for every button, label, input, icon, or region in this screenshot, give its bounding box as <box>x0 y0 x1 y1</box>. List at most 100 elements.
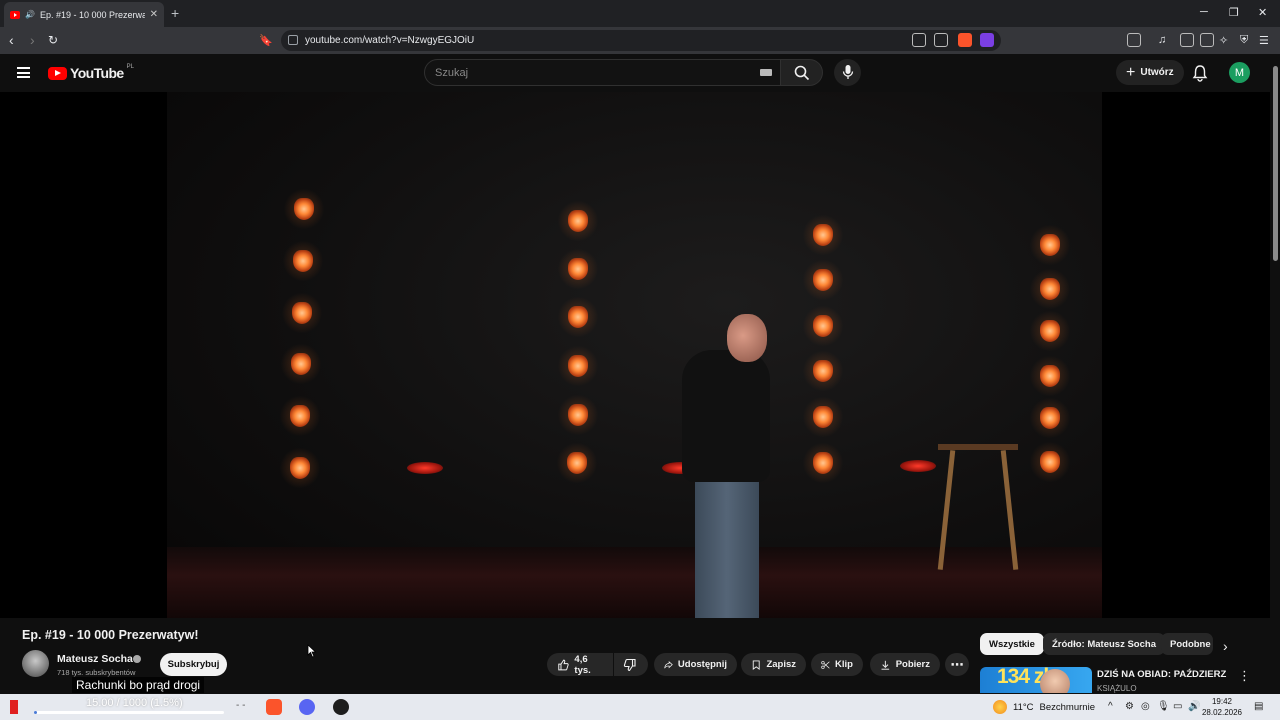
stage-light <box>283 240 323 282</box>
extensions-icon[interactable] <box>1200 33 1214 47</box>
app-taskbar-icon[interactable] <box>333 699 349 715</box>
create-button[interactable]: + Utwórz <box>1116 60 1184 85</box>
back-icon[interactable]: ‹ <box>9 32 14 48</box>
media-icon[interactable]: ♫ <box>1158 34 1166 46</box>
channel-avatar[interactable] <box>22 650 49 677</box>
tray-app-icon[interactable]: ⚙ <box>1125 701 1134 712</box>
taskbar-progress-text: 15.00 / 1000 (1.5%) <box>86 697 183 709</box>
tray-network-icon[interactable]: ▭ <box>1173 701 1182 712</box>
share-button[interactable]: Udostępnij <box>654 653 737 676</box>
speaker-icon[interactable]: 🔊 <box>25 10 35 19</box>
tray-microphone-icon[interactable]: 🎙 <box>1157 701 1170 712</box>
discord-taskbar-icon[interactable] <box>299 699 315 715</box>
country-code: PL <box>126 64 134 70</box>
guide-menu-icon[interactable] <box>17 67 30 78</box>
sidebar-icon[interactable] <box>1180 33 1194 47</box>
channel-name[interactable]: Mateusz Socha <box>57 653 133 665</box>
share-arrow-icon <box>664 660 673 668</box>
tray-network-app-icon[interactable]: ◎ <box>1141 701 1150 712</box>
stage-light <box>1030 310 1070 352</box>
notification-center-icon[interactable]: ▤ <box>1254 701 1263 712</box>
more-actions-button[interactable]: ⋯ <box>945 653 969 676</box>
stage-light <box>282 292 322 334</box>
new-tab-icon[interactable]: + <box>171 5 179 21</box>
taskbar-clock[interactable]: 19:42 28.02.2026 <box>1200 696 1244 718</box>
video-caption: Rachunki bo prąd drogi <box>72 677 205 693</box>
restore-icon[interactable]: ❐ <box>1229 6 1239 19</box>
stage-light <box>558 248 598 290</box>
create-label: Utwórz <box>1140 67 1174 78</box>
clip-button[interactable]: Klip <box>811 653 863 676</box>
thumbnail-face <box>1040 669 1070 693</box>
stage-light <box>803 259 843 301</box>
share-page-icon[interactable] <box>934 33 948 47</box>
youtube-favicon-icon <box>10 10 20 19</box>
kebab-menu-icon[interactable]: ⋮ <box>1238 668 1251 684</box>
thumbs-down-icon <box>623 658 636 671</box>
brave-shields-icon[interactable] <box>958 33 972 47</box>
plus-icon: + <box>1126 63 1136 81</box>
address-bar[interactable]: youtube.com/watch?v=NzwgyEGJOiU <box>281 30 1001 51</box>
wallet-icon[interactable] <box>1127 33 1141 47</box>
stage-light <box>1030 397 1070 439</box>
tray-volume-icon[interactable]: 🔊 <box>1188 701 1200 712</box>
cast-icon[interactable] <box>912 33 926 47</box>
stage-light <box>558 345 598 387</box>
vpn-shield-icon[interactable]: ⛨ <box>1240 34 1248 47</box>
browser-toolbar: ‹ › ↻ 🔖 youtube.com/watch?v=NzwgyEGJOiU … <box>0 27 1280 54</box>
tray-chevron-up-icon[interactable]: ^ <box>1108 701 1113 712</box>
stage-light <box>558 296 598 338</box>
bookmark-icon[interactable]: 🔖 <box>259 34 273 47</box>
voice-search-button[interactable] <box>834 59 861 86</box>
minimize-icon[interactable]: ─ <box>1200 6 1208 18</box>
forward-icon[interactable]: › <box>30 32 35 48</box>
close-tab-icon[interactable]: ✕ <box>150 9 158 20</box>
chip-all[interactable]: Wszystkie <box>980 633 1044 655</box>
recommended-title[interactable]: DZIŚ NA OBIAD: PAŹDZIERZ <box>1097 669 1226 680</box>
video-player[interactable] <box>0 92 1270 618</box>
video-title: Ep. #19 - 10 000 Prezerwatyw! <box>22 628 199 642</box>
save-button[interactable]: Zapisz <box>741 653 806 676</box>
notifications-bell-icon[interactable] <box>1191 64 1209 82</box>
subscriber-count: 718 tys. subskrybentów <box>57 668 136 677</box>
menu-icon[interactable]: ☰ <box>1259 34 1269 47</box>
chevron-right-icon[interactable]: › <box>1223 638 1228 654</box>
scissors-icon <box>821 660 830 669</box>
search-placeholder: Szukaj <box>435 67 469 79</box>
brave-taskbar-icon[interactable] <box>266 699 282 715</box>
site-info-icon[interactable] <box>288 35 298 45</box>
window-close-icon[interactable]: ✕ <box>1258 6 1267 19</box>
taskbar-progress-fill <box>34 711 37 714</box>
search-input[interactable]: Szukaj <box>424 59 781 86</box>
recommended-thumbnail[interactable]: 134 zł <box>980 667 1092 693</box>
reload-icon[interactable]: ↻ <box>48 33 58 47</box>
stage-light <box>803 350 843 392</box>
stage-light <box>1030 355 1070 397</box>
chip-related[interactable]: Podobne <box>1161 633 1213 655</box>
browser-tab[interactable]: 🔊 Ep. #19 - 10 000 Prezerwatyw! ✕ <box>4 2 164 27</box>
keyboard-icon[interactable] <box>760 69 772 76</box>
like-count: 4,6 tys. <box>574 653 591 676</box>
more-horizontal-icon: ⋯ <box>950 656 964 672</box>
search-button[interactable] <box>781 59 823 86</box>
taskbar: 15.00 / 1000 (1.5%) - - 11°C Bezchmurnie… <box>0 694 1280 720</box>
youtube-play-icon <box>48 66 67 80</box>
share-label: Udostępnij <box>677 659 727 670</box>
leo-ai-icon[interactable]: ✧ <box>1219 34 1228 47</box>
brave-rewards-icon[interactable] <box>980 33 994 47</box>
recommended-channel[interactable]: KSIĄŻULO <box>1097 684 1137 693</box>
weather-widget[interactable]: 11°C Bezchmurnie <box>993 700 1095 714</box>
scrollbar-thumb[interactable] <box>1273 66 1278 261</box>
page-scrollbar[interactable] <box>1270 54 1280 694</box>
dislike-button[interactable] <box>614 653 648 676</box>
youtube-logo[interactable]: YouTube PL <box>48 64 134 81</box>
like-button[interactable]: 4,6 tys. <box>547 653 613 676</box>
chip-from-channel[interactable]: Źródło: Mateusz Socha <box>1043 633 1165 655</box>
performer <box>695 477 759 618</box>
account-avatar[interactable]: M <box>1229 62 1250 83</box>
start-widget-icon[interactable] <box>10 700 18 714</box>
stage-light <box>1030 224 1070 266</box>
subscribe-button[interactable]: Subskrybuj <box>160 653 227 676</box>
url-text: youtube.com/watch?v=NzwgyEGJOiU <box>305 35 475 46</box>
download-button[interactable]: Pobierz <box>870 653 940 676</box>
